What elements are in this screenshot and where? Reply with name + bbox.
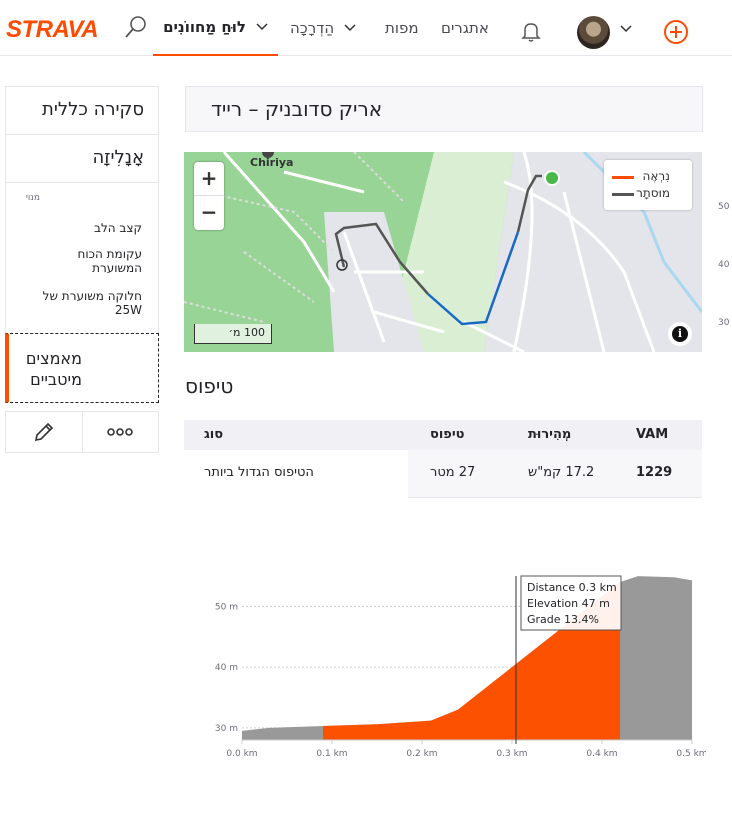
search-icon[interactable] [123,14,149,40]
chevron-down-icon [344,24,356,32]
sidebar-item-analysis[interactable]: אָנָלִיזָה [5,134,159,183]
x-tick-label: 0.3 km [496,749,527,759]
tooltip-line: Grade 13.4% [527,613,599,626]
nav-training[interactable]: הַדְרָכָה [290,0,360,56]
zoom-in-button[interactable]: + [194,162,224,196]
sidebar-premium-group: מנוי קצב הלב עקומת הכוח המשוערת חלוקה מש… [5,183,159,333]
y-tick-label: 30 m [215,724,238,734]
edit-button[interactable] [6,412,83,452]
tooltip-line: Elevation 47 m [527,597,610,610]
climb-heading: טיפוס [185,374,234,398]
map-info-button[interactable]: i [668,322,692,346]
route-map[interactable]: Chiriya + − נִרְאֶה מוּסתָר 100 מ׳ i [184,152,702,352]
sidebar-actions [5,411,159,453]
top-header: STRAVA לוּחַ מַחווֹנִים הַדְרָכָה מפות א… [0,0,732,56]
cell-type: הטיפוס הגדול ביותר [204,465,314,480]
x-tick-label: 0.5 km [676,749,706,759]
x-tick-label: 0.0 km [226,749,257,759]
nav-dashboard-label: לוּחַ מַחווֹנִים [163,18,246,36]
legend-shown-swatch [612,176,634,179]
cell-vam: 1229 [636,465,673,480]
y-tick-label: 50 m [215,602,238,612]
sidebar-item-power-distribution[interactable]: חלוקה משוערת של 25W [30,289,142,317]
map-scale: 100 מ׳ [194,324,272,344]
sidebar-item-heart-rate[interactable]: קצב הלב [30,221,142,235]
nav-training-label: הַדְרָכָה [290,19,335,37]
legend-shown-label: נִרְאֶה [642,169,670,183]
col-speed: מְהִירוּת [528,427,572,442]
zoom-controls: + − [194,162,224,230]
chevron-down-icon[interactable] [620,25,632,33]
strava-logo[interactable]: STRAVA [6,16,99,44]
nav-dashboard[interactable]: לוּחַ מַחווֹנִים [153,0,278,56]
avatar[interactable] [577,16,610,49]
place-label: Chiriya [250,156,294,169]
sidebar-item-power-curve[interactable]: עקומת הכוח המשוערת [30,247,142,275]
y-tick-label: 40 m [215,663,238,673]
info-icon: i [672,326,688,342]
nav-challenges[interactable]: אתגרים [441,0,489,56]
col-type: סוג [204,427,224,442]
sidebar-item-overview[interactable]: סקירה כללית [5,86,159,135]
legend-hidden-label: מוּסתָר [636,186,670,200]
table-header: VAM מְהִירוּת טיפוס סוג [184,420,702,450]
x-tick-label: 0.4 km [586,749,617,759]
more-dots-icon [107,428,134,436]
x-tick-label: 0.1 km [316,749,347,759]
premium-label: מנוי [25,193,40,203]
col-vam: VAM [636,427,669,442]
map-side-tick: 30 [718,318,730,328]
x-tick-label: 0.2 km [406,749,437,759]
col-climb: טיפוס [430,427,465,442]
more-button[interactable] [83,412,159,452]
cell-climb: 27 מטר [430,465,476,480]
tooltip-line: Distance 0.3 km [527,581,617,594]
zoom-out-button[interactable]: − [194,196,224,230]
cell-speed: 17.2 קמ"ש [528,465,595,480]
chevron-down-icon [256,23,268,31]
add-plus-icon[interactable] [663,19,689,45]
map-side-tick: 40 [718,260,730,270]
legend-hidden-swatch [612,193,634,196]
bell-icon[interactable] [520,20,542,42]
sidebar-item-segment-efforts[interactable]: מאמצים מיטביים [5,333,159,403]
pencil-icon [34,422,53,442]
map-side-tick: 50 [718,202,730,212]
map-legend: נִרְאֶה מוּסתָר [604,160,692,210]
type-cell: הטיפוס הגדול ביותר [184,450,408,498]
nav-maps[interactable]: מפות [385,0,419,56]
activity-title: אריק סדובניק – רייד [211,97,383,121]
activity-title-bar: אריק סדובניק – רייד [185,86,703,132]
elevation-chart[interactable]: 50 m 40 m 30 m 0.0 km 0.1 km 0.2 km 0.3 km 0.4 … [206,560,706,770]
